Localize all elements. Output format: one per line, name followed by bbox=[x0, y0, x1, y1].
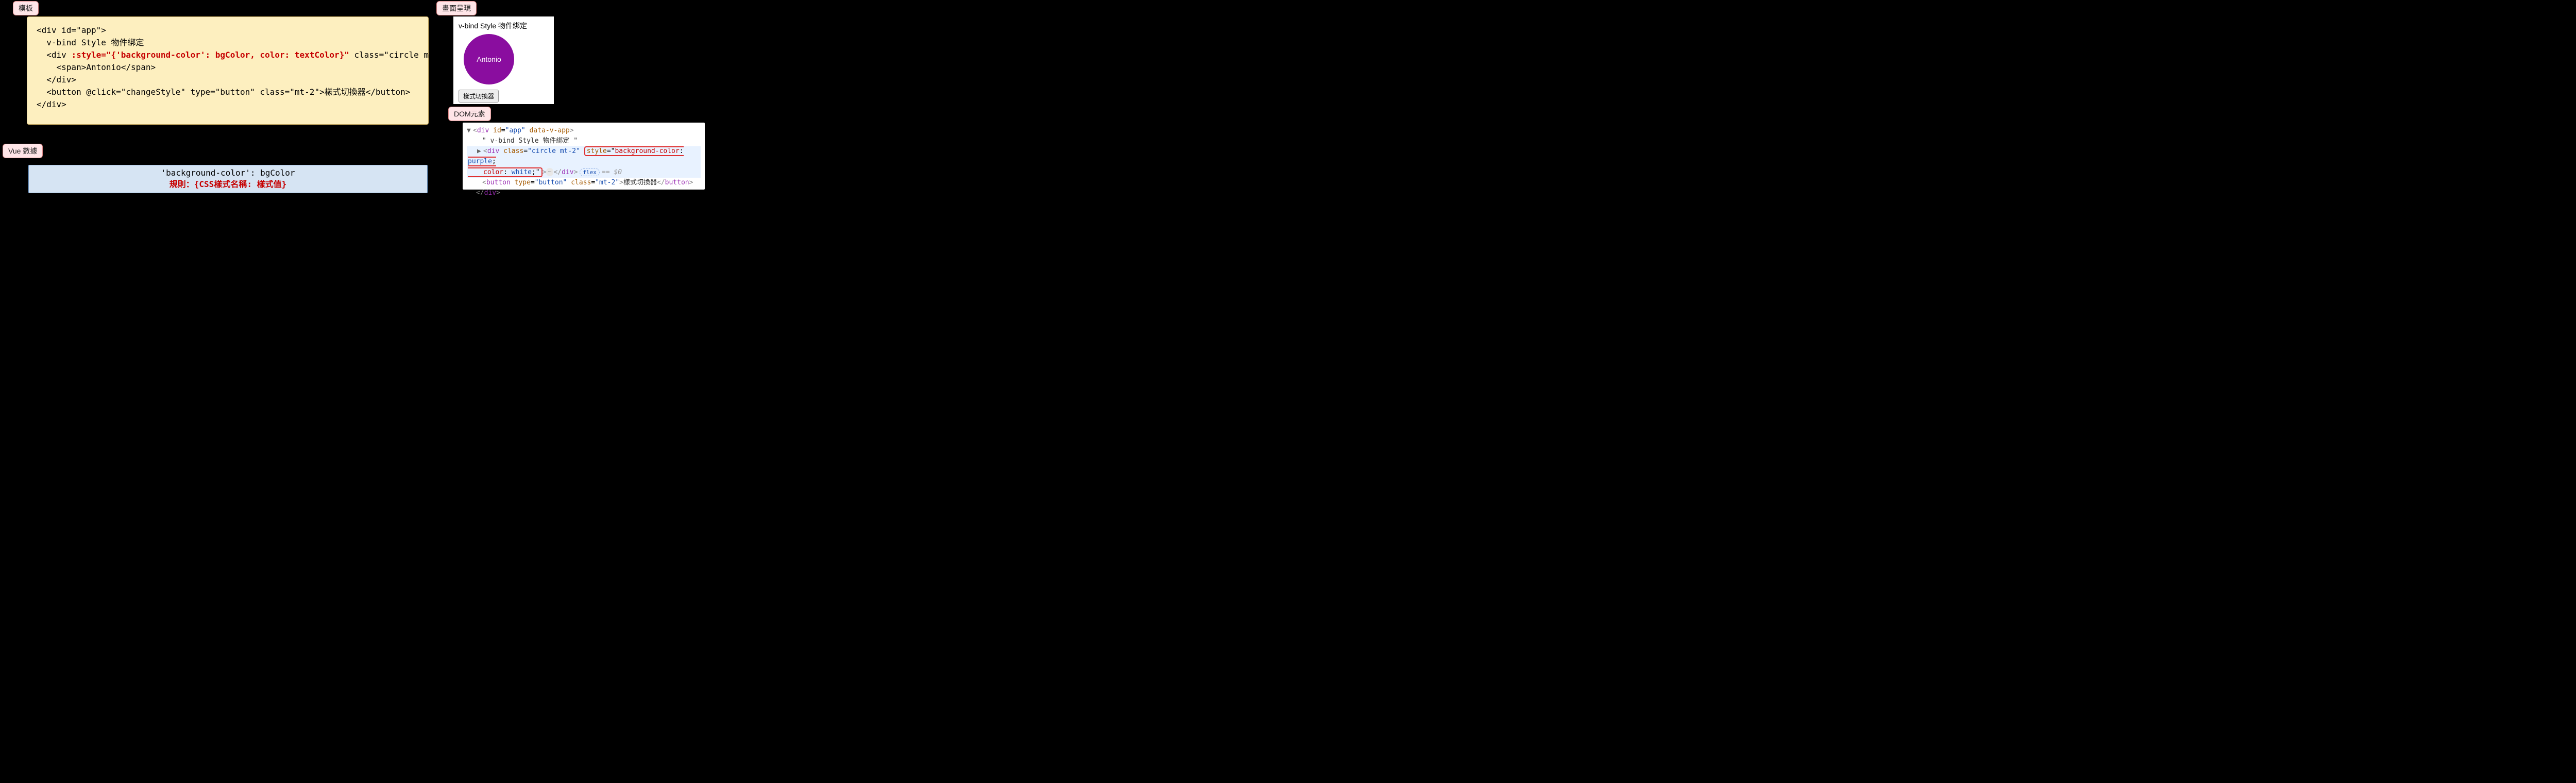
selected-node-hint: == $0 bbox=[602, 168, 622, 176]
data-rule-block: 'background-color': bgColor 規則：{CSS樣式名稱:… bbox=[28, 165, 428, 193]
rule-line-1: 'background-color': bgColor bbox=[29, 167, 427, 179]
expand-triangle-icon[interactable]: ▶ bbox=[477, 146, 483, 157]
tag-vue-data: Vue 數據 bbox=[3, 144, 43, 158]
tag-template: 模板 bbox=[13, 1, 39, 15]
code-line-3b: class="circle mt-2"> bbox=[349, 50, 453, 60]
rule-line-2: 規則：{CSS樣式名稱: 樣式值} bbox=[29, 179, 427, 190]
tag-render: 畫面呈現 bbox=[436, 1, 477, 15]
dom-text-node-value: " v-bind Style 物件綁定 " bbox=[482, 137, 578, 145]
dom-inspector: ▼<div id="app" data-v-app> " v-bind Styl… bbox=[463, 123, 705, 190]
code-line-2: v-bind Style 物件綁定 bbox=[37, 38, 144, 47]
dom-line-div-app[interactable]: ▼<div id="app" data-v-app> bbox=[467, 126, 701, 136]
dom-line-close-div[interactable]: </div> bbox=[467, 188, 701, 198]
render-title: v-bind Style 物件綁定 bbox=[459, 21, 549, 31]
dom-line-button[interactable]: <button type="button" class="mt-2">樣式切換器… bbox=[467, 178, 701, 188]
expand-triangle-icon[interactable]: ▼ bbox=[467, 126, 473, 136]
code-line-7: </div> bbox=[37, 99, 66, 109]
code-line-5: </div> bbox=[37, 75, 76, 84]
flex-pill: flex bbox=[580, 168, 600, 176]
dom-line-circle-selected[interactable]: ▶<div class="circle mt-2" style="backgro… bbox=[467, 146, 701, 177]
render-preview: v-bind Style 物件綁定 Antonio 樣式切換器 bbox=[453, 16, 554, 104]
code-line-1: <div id="app"> bbox=[37, 25, 106, 35]
code-line-6: <button @click="changeStyle" type="butto… bbox=[37, 87, 410, 97]
dom-line-text-node[interactable]: " v-bind Style 物件綁定 " bbox=[467, 136, 701, 146]
code-line-3-highlight: :style="{'background-color': bgColor, co… bbox=[71, 50, 349, 60]
style-switch-button[interactable]: 樣式切換器 bbox=[459, 90, 499, 103]
render-circle-text: Antonio bbox=[477, 55, 501, 63]
template-code-block: <div id="app"> v-bind Style 物件綁定 <div :s… bbox=[27, 16, 429, 125]
render-circle: Antonio bbox=[464, 34, 514, 84]
tag-dom: DOM元素 bbox=[448, 107, 491, 121]
code-line-3a: <div bbox=[37, 50, 71, 60]
ellipsis-icon[interactable]: ⋯ bbox=[546, 168, 553, 176]
code-line-4: <span>Antonio</span> bbox=[37, 62, 156, 72]
